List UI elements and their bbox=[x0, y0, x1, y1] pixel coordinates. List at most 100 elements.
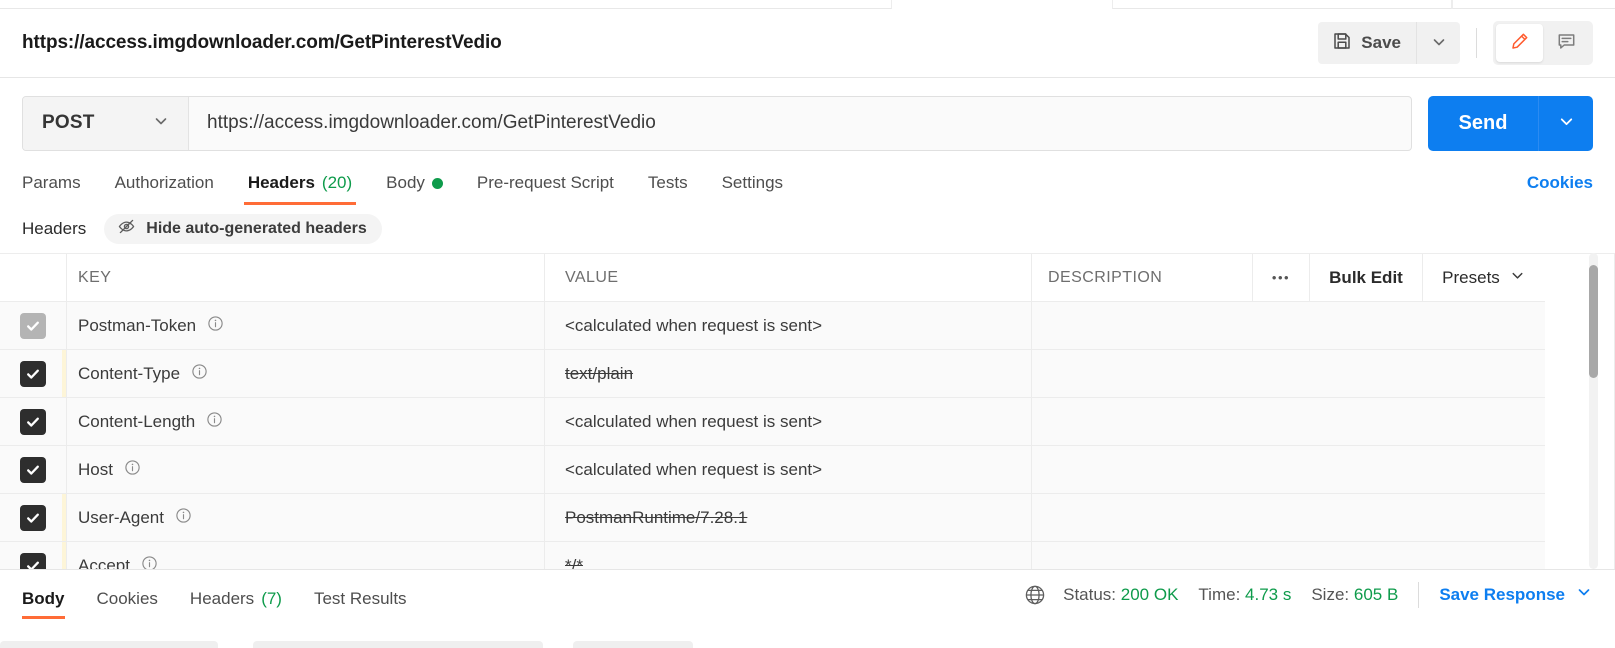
row-value-cell[interactable]: <calculated when request is sent> bbox=[545, 398, 1032, 445]
http-method-value: POST bbox=[42, 112, 95, 133]
table-row: Host <calculated when request is sent> bbox=[0, 446, 1545, 494]
tab-strip-residue bbox=[0, 0, 1615, 9]
url-bar-row: POST Send bbox=[0, 88, 1615, 158]
row-enable-checkbox[interactable] bbox=[20, 408, 46, 435]
row-value-cell[interactable]: text/plain bbox=[545, 350, 1032, 397]
row-value-cell[interactable]: <calculated when request is sent> bbox=[545, 446, 1032, 493]
save-button[interactable]: Save bbox=[1318, 22, 1416, 64]
tab-body[interactable]: Body bbox=[369, 173, 460, 205]
response-tab-cookies[interactable]: Cookies bbox=[81, 589, 174, 619]
http-method-select[interactable]: POST bbox=[23, 96, 189, 150]
info-circle-icon[interactable] bbox=[141, 555, 158, 569]
presets-button[interactable]: Presets bbox=[1423, 254, 1545, 301]
info-circle-icon[interactable] bbox=[175, 507, 192, 529]
row-enable-checkbox[interactable] bbox=[20, 456, 46, 483]
tab-tests[interactable]: Tests bbox=[631, 173, 705, 205]
headers-table-scrollbar[interactable] bbox=[1589, 253, 1598, 569]
row-key-text: Accept bbox=[78, 555, 130, 570]
row-value-cell[interactable]: PostmanRuntime/7.28.1 bbox=[545, 494, 1032, 541]
status-label: Status: bbox=[1063, 584, 1117, 604]
chevron-down-icon bbox=[1575, 583, 1593, 606]
table-options-button[interactable]: ••• bbox=[1253, 254, 1310, 301]
row-value-cell[interactable]: */* bbox=[545, 542, 1032, 569]
tab-settings[interactable]: Settings bbox=[705, 173, 800, 205]
request-title-row: https://access.imgdownloader.com/GetPint… bbox=[0, 9, 1615, 78]
tab-headers[interactable]: Headers (20) bbox=[231, 173, 369, 205]
request-url-input[interactable] bbox=[189, 96, 1411, 150]
row-key-cell[interactable]: Postman-Token bbox=[67, 302, 545, 349]
row-checkbox-cell bbox=[0, 446, 67, 493]
send-button-group: Send bbox=[1428, 95, 1593, 151]
row-description-cell[interactable] bbox=[1032, 302, 1545, 349]
row-value-cell[interactable]: <calculated when request is sent> bbox=[545, 302, 1032, 349]
row-key-cell[interactable]: Content-Type bbox=[67, 350, 545, 397]
tab-label: Body bbox=[386, 173, 425, 192]
column-header-key-label: KEY bbox=[78, 268, 112, 286]
tab-label: Params bbox=[22, 173, 81, 192]
info-circle-icon[interactable] bbox=[191, 363, 208, 385]
response-meta-divider bbox=[1418, 581, 1420, 608]
info-circle-icon[interactable] bbox=[207, 315, 224, 337]
comment-button[interactable] bbox=[1543, 24, 1590, 62]
row-key-cell[interactable]: User-Agent bbox=[67, 494, 545, 541]
info-circle-icon[interactable] bbox=[124, 459, 141, 481]
row-enable-checkbox[interactable] bbox=[20, 312, 46, 339]
size-label: Size: bbox=[1311, 584, 1350, 604]
info-circle-icon[interactable] bbox=[206, 411, 223, 433]
row-enable-checkbox[interactable] bbox=[20, 360, 46, 387]
response-tabs: Body Cookies Headers (7) Test Results bbox=[22, 570, 423, 619]
tab-pre-request-script[interactable]: Pre-request Script bbox=[460, 173, 631, 205]
response-tab-headers[interactable]: Headers (7) bbox=[174, 589, 298, 619]
body-modified-dot-icon bbox=[431, 177, 443, 189]
row-value-text: text/plain bbox=[565, 363, 634, 383]
row-description-cell[interactable] bbox=[1032, 398, 1545, 445]
row-key-cell[interactable]: Content-Length bbox=[67, 398, 545, 445]
hide-auto-generated-headers-button[interactable]: Hide auto-generated headers bbox=[104, 214, 382, 244]
row-enable-checkbox[interactable] bbox=[20, 552, 46, 569]
peek-chip-3 bbox=[573, 641, 693, 648]
tab-label: Pre-request Script bbox=[476, 173, 614, 192]
cookies-link[interactable]: Cookies bbox=[1527, 173, 1593, 205]
bulk-edit-button[interactable]: Bulk Edit bbox=[1310, 254, 1423, 301]
row-description-cell[interactable] bbox=[1032, 542, 1545, 569]
page-title: https://access.imgdownloader.com/GetPint… bbox=[22, 32, 502, 53]
time-label: Time: bbox=[1198, 584, 1241, 604]
row-key-text: Content-Length bbox=[78, 411, 196, 431]
tab-residue-left bbox=[0, 0, 892, 9]
save-response-button[interactable]: Save Response bbox=[1439, 583, 1593, 606]
row-description-cell[interactable] bbox=[1032, 446, 1545, 493]
column-header-value: VALUE bbox=[545, 254, 1032, 301]
save-options-button[interactable] bbox=[1416, 22, 1460, 64]
row-key-text: Postman-Token bbox=[78, 315, 197, 335]
response-meta: Status: 200 OK Time: 4.73 s Size: 605 B … bbox=[1023, 581, 1593, 608]
tab-label: Settings bbox=[721, 173, 784, 192]
row-key-cell[interactable]: Accept bbox=[67, 542, 545, 569]
send-button[interactable]: Send bbox=[1428, 95, 1538, 151]
size-badge: Size: 605 B bbox=[1311, 585, 1398, 605]
tab-label: Headers bbox=[247, 173, 315, 192]
row-key-text: Content-Type bbox=[78, 363, 181, 383]
tab-authorization[interactable]: Authorization bbox=[98, 173, 231, 205]
row-key-cell[interactable]: Host bbox=[67, 446, 545, 493]
row-value-text: <calculated when request is sent> bbox=[565, 459, 823, 479]
row-value-text: <calculated when request is sent> bbox=[565, 315, 823, 335]
tab-params[interactable]: Params bbox=[22, 173, 98, 205]
edit-mode-button[interactable] bbox=[1496, 24, 1543, 62]
row-value-text: <calculated when request is sent> bbox=[565, 411, 823, 431]
row-enable-checkbox[interactable] bbox=[20, 504, 46, 531]
toolbar-divider bbox=[1476, 28, 1477, 58]
pencil-edit-icon bbox=[1509, 31, 1530, 55]
scrollbar-thumb[interactable] bbox=[1589, 265, 1598, 378]
send-options-button[interactable] bbox=[1538, 95, 1593, 151]
row-checkbox-cell bbox=[0, 350, 67, 397]
response-tab-body[interactable]: Body bbox=[22, 589, 81, 619]
chevron-down-icon bbox=[1557, 112, 1576, 134]
response-tab-label: Headers bbox=[189, 589, 255, 608]
row-description-cell[interactable] bbox=[1032, 350, 1545, 397]
chevron-down-icon bbox=[152, 112, 170, 135]
column-header-key: KEY bbox=[67, 254, 545, 301]
row-description-cell[interactable] bbox=[1032, 494, 1545, 541]
table-row: Accept */* bbox=[0, 542, 1545, 569]
request-tabs: Params Authorization Headers (20) Body P… bbox=[0, 158, 1615, 205]
response-tab-test-results[interactable]: Test Results bbox=[298, 589, 423, 619]
